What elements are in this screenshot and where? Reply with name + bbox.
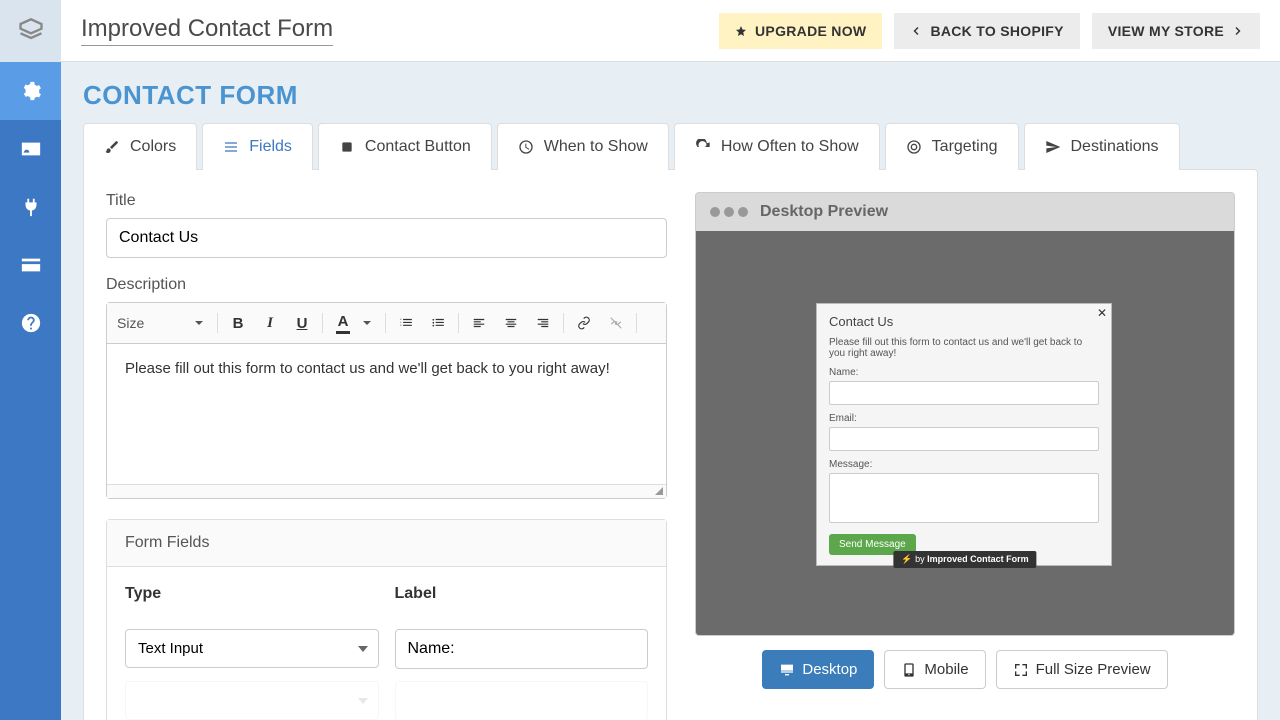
form-fields-card: Form Fields Type Label Text Input <box>106 519 667 720</box>
topbar: Improved Contact Form UPGRADE NOW BACK T… <box>61 0 1280 62</box>
square-icon <box>339 139 355 155</box>
underline-button[interactable]: U <box>290 311 314 335</box>
chevron-left-icon <box>910 25 922 37</box>
target-icon <box>906 139 922 155</box>
sidebar-nav <box>0 62 61 720</box>
back-label: BACK TO SHOPIFY <box>930 23 1063 39</box>
tab-when-to-show[interactable]: When to Show <box>497 123 669 170</box>
app-title[interactable]: Improved Contact Form <box>81 15 333 46</box>
gears-icon <box>20 80 42 102</box>
tab-fields[interactable]: Fields <box>202 123 313 170</box>
chevron-right-icon <box>1232 25 1244 37</box>
unordered-list-button[interactable] <box>426 311 450 335</box>
preview-body[interactable]: ✕ Contact Us Please fill out this form t… <box>696 231 1234 635</box>
sidebar-item-settings[interactable] <box>0 62 61 120</box>
rich-text-editor: Size B I U A <box>106 302 667 499</box>
sidebar <box>0 0 61 720</box>
preview-message-textarea[interactable] <box>829 473 1099 523</box>
star-icon <box>735 25 747 37</box>
tab-destinations[interactable]: Destinations <box>1024 123 1180 170</box>
preview-form: ✕ Contact Us Please fill out this form t… <box>816 303 1112 566</box>
app-logo <box>0 0 61 62</box>
upgrade-label: UPGRADE NOW <box>755 23 866 39</box>
description-label: Description <box>106 276 667 294</box>
unlink-button[interactable] <box>604 311 628 335</box>
help-icon <box>20 312 42 334</box>
text-color-button[interactable]: A <box>331 311 355 335</box>
sidebar-item-integrations[interactable] <box>0 178 61 236</box>
preview-message-label: Message: <box>829 459 1099 470</box>
clock-icon <box>518 139 534 155</box>
window-dots-icon <box>710 207 748 217</box>
back-to-shopify-button[interactable]: BACK TO SHOPIFY <box>894 13 1079 49</box>
send-icon <box>1045 139 1061 155</box>
tabs: Colors Fields Contact Button When to Sho… <box>83 123 1258 170</box>
brush-icon <box>104 139 120 155</box>
field-label-input[interactable] <box>395 629 649 669</box>
caret-down-icon <box>363 321 371 325</box>
plug-icon <box>20 196 42 218</box>
tab-colors[interactable]: Colors <box>83 123 197 170</box>
field-label-input[interactable] <box>395 681 649 720</box>
id-card-icon <box>20 138 42 160</box>
preview-desktop-button[interactable]: Desktop <box>762 650 874 689</box>
sidebar-item-help[interactable] <box>0 294 61 352</box>
type-column-header: Type <box>125 585 379 603</box>
preview-name-input[interactable] <box>829 381 1099 405</box>
form-field-row <box>125 681 648 720</box>
preview-title: Desktop Preview <box>760 203 888 221</box>
view-store-label: VIEW MY STORE <box>1108 23 1224 39</box>
font-size-dropdown[interactable]: Size <box>117 315 187 331</box>
title-input[interactable] <box>106 218 667 258</box>
preview-email-label: Email: <box>829 413 1099 424</box>
full-size-preview-button[interactable]: Full Size Preview <box>996 650 1168 689</box>
link-button[interactable] <box>572 311 596 335</box>
upgrade-button[interactable]: UPGRADE NOW <box>719 13 882 49</box>
preview-window: Desktop Preview ✕ Contact Us Please fill… <box>695 192 1235 636</box>
caret-down-icon <box>195 321 203 325</box>
italic-button[interactable]: I <box>258 311 282 335</box>
preview-form-title: Contact Us <box>829 314 1099 329</box>
tab-contact-button[interactable]: Contact Button <box>318 123 492 170</box>
desktop-icon <box>779 662 795 678</box>
tab-targeting[interactable]: Targeting <box>885 123 1019 170</box>
field-type-select[interactable] <box>125 681 379 720</box>
preview-form-desc: Please fill out this form to contact us … <box>829 337 1099 359</box>
label-column-header: Label <box>395 585 649 603</box>
close-icon[interactable]: ✕ <box>1097 306 1107 320</box>
preview-mobile-button[interactable]: Mobile <box>884 650 985 689</box>
list-icon <box>223 139 239 155</box>
align-right-button[interactable] <box>531 311 555 335</box>
view-store-button[interactable]: VIEW MY STORE <box>1092 13 1260 49</box>
form-field-row: Text Input <box>125 629 648 669</box>
align-center-button[interactable] <box>499 311 523 335</box>
title-label: Title <box>106 192 667 210</box>
field-type-select[interactable]: Text Input <box>125 629 379 668</box>
mobile-icon <box>901 662 917 678</box>
bold-button[interactable]: B <box>226 311 250 335</box>
editor-resize-handle[interactable] <box>107 484 666 498</box>
credit-card-icon <box>20 254 42 276</box>
sidebar-item-contacts[interactable] <box>0 120 61 178</box>
editor-body[interactable]: Please fill out this form to contact us … <box>107 344 666 484</box>
refresh-icon <box>695 139 711 155</box>
form-fields-header: Form Fields <box>107 520 666 567</box>
tab-how-often[interactable]: How Often to Show <box>674 123 880 170</box>
page-title: CONTACT FORM <box>83 80 1258 111</box>
align-left-button[interactable] <box>467 311 491 335</box>
editor-toolbar: Size B I U A <box>107 303 666 344</box>
preview-name-label: Name: <box>829 367 1099 378</box>
expand-icon <box>1013 662 1029 678</box>
ordered-list-button[interactable] <box>394 311 418 335</box>
sidebar-item-billing[interactable] <box>0 236 61 294</box>
preview-email-input[interactable] <box>829 427 1099 451</box>
powered-by-badge[interactable]: ⚡ by Improved Contact Form <box>893 551 1036 568</box>
